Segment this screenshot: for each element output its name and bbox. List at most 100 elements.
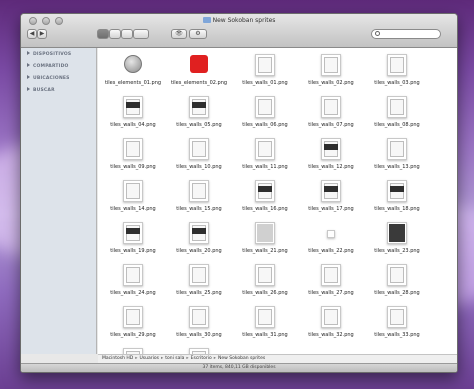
file-item[interactable]: tiles_walls_02.png <box>298 50 364 92</box>
file-item[interactable]: tiles_elements_01.png <box>100 50 166 92</box>
search-icon <box>375 31 380 36</box>
file-item[interactable]: tiles_walls_31.png <box>232 302 298 344</box>
file-name: tiles_walls_27.png <box>308 290 354 296</box>
finder-window: New Sokoban sprites ◀ ▶ 👁 ⚙ DISPOSITIVOS… <box>20 13 458 373</box>
path-item[interactable]: toni sala <box>165 356 184 361</box>
file-item[interactable]: tiles_walls_34.png <box>100 344 166 354</box>
file-name: tiles_walls_01.png <box>242 80 288 86</box>
file-name: tiles_walls_10.png <box>176 164 222 170</box>
sidebar-section-ubicaciones[interactable]: UBICACIONES <box>21 72 96 84</box>
file-name: tiles_walls_03.png <box>374 80 420 86</box>
gear-icon: ⚙ <box>195 30 201 37</box>
file-item[interactable]: tiles_walls_23.png <box>364 218 430 260</box>
file-item[interactable]: tiles_walls_06.png <box>232 92 298 134</box>
file-thumbnail <box>189 180 209 202</box>
back-button[interactable]: ◀ <box>27 29 37 39</box>
file-item[interactable]: tiles_walls_16.png <box>232 176 298 218</box>
window-title: New Sokoban sprites <box>21 16 457 26</box>
file-item[interactable]: tiles_walls_10.png <box>166 134 232 176</box>
file-name: tiles_walls_22.png <box>308 248 354 254</box>
file-item[interactable]: tiles_walls_29.png <box>100 302 166 344</box>
file-item[interactable]: tiles_walls_05.png <box>166 92 232 134</box>
file-name: tiles_walls_07.png <box>308 122 354 128</box>
forward-icon: ▶ <box>39 30 45 37</box>
file-thumbnail <box>123 306 143 328</box>
path-bar: Macintosh HD ▸ Usuarios ▸ toni sala ▸ Escritor… <box>98 354 457 363</box>
coverflow-view-button[interactable] <box>133 29 149 39</box>
file-name: tiles_walls_20.png <box>176 248 222 254</box>
status-text: 37 ítems, 840,11 GB disponibles <box>202 365 276 370</box>
list-view-button[interactable] <box>109 29 121 39</box>
eye-icon: 👁 <box>175 30 183 37</box>
quicklook-button[interactable]: 👁 <box>171 29 187 39</box>
sidebar-section-dispositivos[interactable]: DISPOSITIVOS <box>21 48 96 60</box>
file-item[interactable]: tiles_walls_08.png <box>364 92 430 134</box>
file-item[interactable]: tiles_walls_07.png <box>298 92 364 134</box>
file-item[interactable]: tiles_walls_22.png <box>298 218 364 260</box>
file-thumbnail <box>255 222 275 244</box>
file-thumbnail <box>387 138 407 160</box>
file-thumbnail <box>387 54 407 76</box>
sidebar-section-buscar[interactable]: BUSCAR <box>21 84 96 96</box>
file-item[interactable]: tiles_walls_01.png <box>232 50 298 92</box>
file-thumbnail <box>321 264 341 286</box>
file-item[interactable]: tiles_walls_32.png <box>298 302 364 344</box>
action-menu-button[interactable]: ⚙ <box>189 29 207 39</box>
file-name: tiles_walls_28.png <box>374 290 420 296</box>
file-item[interactable]: tiles_walls_21.png <box>232 218 298 260</box>
file-item[interactable]: tiles_walls_11.png <box>232 134 298 176</box>
path-item[interactable]: Macintosh HD <box>102 356 133 361</box>
forward-button[interactable]: ▶ <box>37 29 47 39</box>
disclosure-triangle-icon[interactable] <box>27 75 30 79</box>
file-item[interactable]: tiles_walls_30.png <box>166 302 232 344</box>
file-thumbnail <box>189 138 209 160</box>
path-item[interactable]: Usuarios <box>139 356 158 361</box>
file-item[interactable]: tiles_walls_17.png <box>298 176 364 218</box>
file-name: tiles_walls_09.png <box>110 164 156 170</box>
sidebar-section-label: DISPOSITIVOS <box>33 52 72 57</box>
file-thumbnail <box>387 222 407 244</box>
file-item[interactable]: tiles_walls_33.png <box>364 302 430 344</box>
file-name: tiles_walls_23.png <box>374 248 420 254</box>
icon-view-button[interactable] <box>97 29 109 39</box>
file-item[interactable]: tiles_walls_04.png <box>100 92 166 134</box>
disclosure-triangle-icon[interactable] <box>27 63 30 67</box>
disclosure-triangle-icon[interactable] <box>27 87 30 91</box>
file-item[interactable]: tiles_walls_25.png <box>166 260 232 302</box>
file-thumbnail <box>123 180 143 202</box>
file-item[interactable]: tiles_walls_35.png <box>166 344 232 354</box>
file-item[interactable]: tiles_walls_13.png <box>364 134 430 176</box>
file-item[interactable]: tiles_walls_28.png <box>364 260 430 302</box>
sidebar-section-compartido[interactable]: COMPARTIDO <box>21 60 96 72</box>
path-item[interactable]: New Sokoban sprites <box>218 356 265 361</box>
file-item[interactable]: tiles_walls_14.png <box>100 176 166 218</box>
file-name: tiles_walls_11.png <box>242 164 288 170</box>
file-name: tiles_walls_18.png <box>374 206 420 212</box>
file-thumbnail <box>123 96 143 118</box>
back-icon: ◀ <box>29 30 35 37</box>
column-view-button[interactable] <box>121 29 133 39</box>
file-item[interactable]: tiles_walls_12.png <box>298 134 364 176</box>
file-item[interactable]: tiles_walls_26.png <box>232 260 298 302</box>
file-item[interactable]: tiles_walls_15.png <box>166 176 232 218</box>
file-name: tiles_walls_30.png <box>176 332 222 338</box>
file-item[interactable]: tiles_elements_02.png <box>166 50 232 92</box>
file-item[interactable]: tiles_walls_09.png <box>100 134 166 176</box>
disclosure-triangle-icon[interactable] <box>27 51 30 55</box>
file-thumbnail <box>255 138 275 160</box>
path-item[interactable]: Escritorio <box>191 356 212 361</box>
file-item[interactable]: tiles_walls_18.png <box>364 176 430 218</box>
file-thumbnail <box>123 264 143 286</box>
file-thumbnail <box>387 264 407 286</box>
file-item[interactable]: tiles_walls_19.png <box>100 218 166 260</box>
file-item[interactable]: tiles_walls_20.png <box>166 218 232 260</box>
file-item[interactable]: tiles_walls_24.png <box>100 260 166 302</box>
search-field[interactable] <box>371 29 441 39</box>
file-thumbnail <box>255 54 275 76</box>
path-separator-icon: ▸ <box>213 356 217 361</box>
file-item[interactable]: tiles_walls_27.png <box>298 260 364 302</box>
path-separator-icon: ▸ <box>135 356 138 361</box>
status-bar: 37 ítems, 840,11 GB disponibles <box>21 363 457 372</box>
file-thumbnail <box>321 96 341 118</box>
file-item[interactable]: tiles_walls_03.png <box>364 50 430 92</box>
